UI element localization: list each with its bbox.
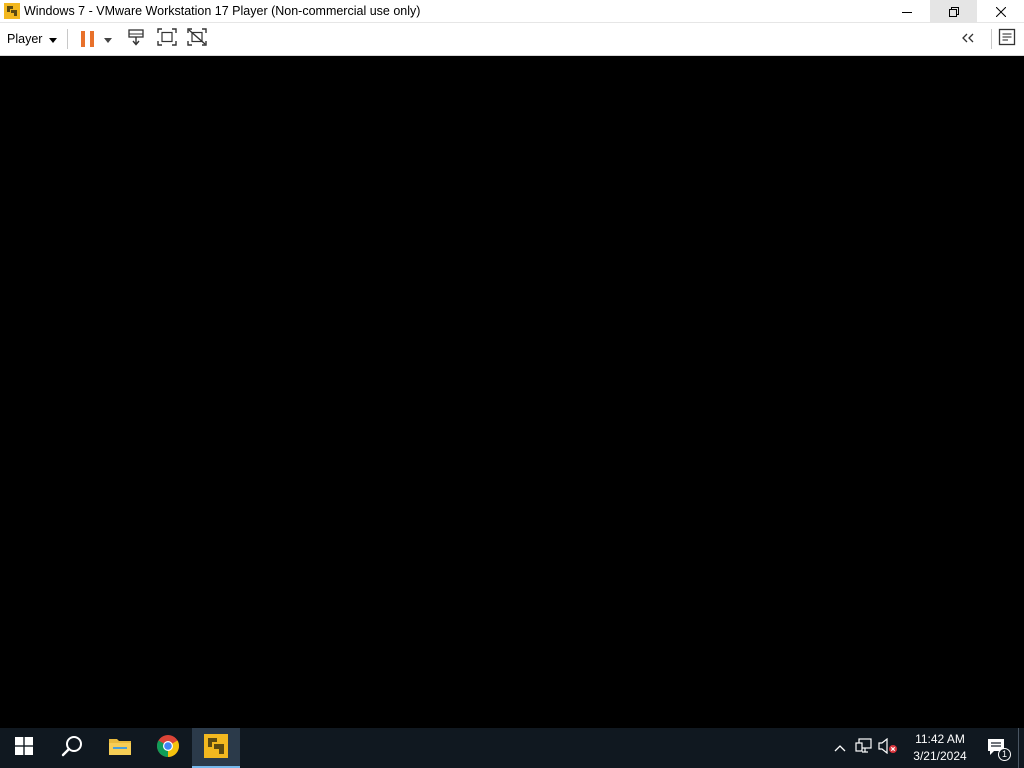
chrome-button[interactable] <box>144 728 192 768</box>
chevron-up-icon <box>834 739 846 757</box>
send-ctrl-alt-del-button[interactable] <box>122 27 152 51</box>
collapse-library-button[interactable] <box>956 27 980 51</box>
title-bar: Windows 7 - VMware Workstation 17 Player… <box>0 0 1024 23</box>
player-menu-button[interactable]: Player <box>7 27 58 51</box>
minimize-button[interactable] <box>883 0 930 23</box>
windows-logo-icon <box>15 736 33 760</box>
toolbar-separator <box>991 29 992 49</box>
start-button[interactable] <box>0 728 48 768</box>
message-log-icon <box>998 28 1016 51</box>
vmware-player-taskbar-button[interactable] <box>192 728 240 768</box>
vmware-icon <box>204 733 228 763</box>
volume-button[interactable] <box>876 728 900 768</box>
power-options-dropdown[interactable] <box>100 27 116 51</box>
player-toolbar: Player <box>0 23 1024 56</box>
vmware-app-icon[interactable] <box>3 2 21 20</box>
close-button[interactable] <box>977 0 1024 23</box>
full-screen-icon <box>157 27 178 51</box>
show-hidden-icons-button[interactable] <box>828 728 852 768</box>
player-menu-label: Player <box>7 32 43 46</box>
message-log-button[interactable] <box>996 27 1018 51</box>
clock-time: 11:42 AM <box>915 732 965 746</box>
double-chevron-left-icon <box>961 30 975 48</box>
toolbar-separator <box>67 29 69 49</box>
action-center-button[interactable]: 1 <box>978 728 1018 768</box>
chevron-down-icon <box>49 32 58 46</box>
virtual-machine-display[interactable] <box>0 56 1024 728</box>
notification-count-badge: 1 <box>998 748 1011 761</box>
unity-disabled-icon <box>187 27 208 51</box>
network-button[interactable] <box>852 728 876 768</box>
search-button[interactable] <box>48 728 96 768</box>
show-desktop-button[interactable] <box>1018 728 1024 768</box>
pause-button[interactable] <box>78 27 98 51</box>
folder-icon <box>108 736 132 761</box>
chrome-icon <box>156 734 180 763</box>
send-ctrl-alt-del-icon <box>127 28 147 51</box>
full-screen-button[interactable] <box>152 27 182 51</box>
chevron-down-icon <box>104 30 113 48</box>
network-icon <box>855 737 873 759</box>
taskbar-clock[interactable]: 11:42 AM 3/21/2024 <box>904 731 976 765</box>
host-taskbar: 11:42 AM 3/21/2024 1 <box>0 728 1024 768</box>
restore-button[interactable] <box>930 0 977 23</box>
notification-icon: 1 <box>987 738 1011 761</box>
file-explorer-button[interactable] <box>96 728 144 768</box>
window-title: Windows 7 - VMware Workstation 17 Player… <box>24 4 421 18</box>
volume-muted-icon <box>878 737 898 759</box>
clock-date: 3/21/2024 <box>913 749 967 763</box>
search-icon <box>61 735 83 762</box>
unity-mode-button[interactable] <box>182 27 212 51</box>
window-controls <box>883 0 1024 23</box>
system-tray: 11:42 AM 3/21/2024 1 <box>828 728 1024 768</box>
